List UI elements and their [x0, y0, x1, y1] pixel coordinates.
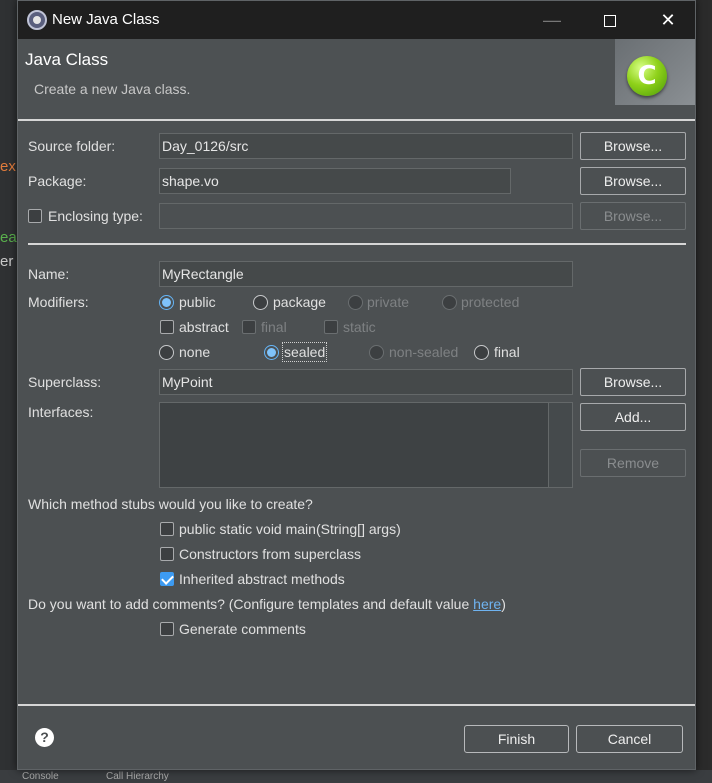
minimize-button[interactable]: —: [523, 1, 581, 39]
private-radio-label: private: [367, 294, 410, 310]
final-radio-label: final: [494, 344, 520, 360]
package-radio[interactable]: [253, 295, 268, 310]
package-label: Package:: [28, 173, 87, 189]
comments-question: Do you want to add comments? (Configure …: [28, 596, 506, 612]
method-stubs-question: Which method stubs would you like to cre…: [28, 496, 313, 512]
window-title: New Java Class: [52, 11, 160, 28]
ide-background: [0, 0, 18, 783]
inherited-abstract-methods-label: Inherited abstract methods: [179, 571, 345, 587]
enclosing-type-browse-button: Browse...: [580, 202, 686, 230]
superclass-label: Superclass:: [28, 374, 102, 390]
ide-bottom-bar: Console Call Hierarchy: [0, 770, 712, 783]
enclosing-type-label: Enclosing type:: [48, 208, 143, 224]
sealed-radio[interactable]: [264, 345, 279, 360]
public-radio-label: public: [179, 294, 216, 310]
main-method-label: public static void main(String[] args): [179, 521, 401, 537]
protected-radio-label: protected: [461, 294, 520, 310]
private-radio: [348, 295, 363, 310]
wizard-subtitle: Create a new Java class.: [34, 81, 191, 97]
superclass-field[interactable]: MyPoint: [159, 369, 573, 395]
title-bar: New Java Class — ✕: [18, 1, 695, 39]
non-sealed-radio: [369, 345, 384, 360]
constructors-checkbox[interactable]: [160, 547, 174, 561]
interfaces-label: Interfaces:: [28, 404, 94, 420]
sealed-radio-label: sealed: [281, 342, 328, 362]
configure-templates-link[interactable]: here: [473, 596, 501, 612]
wizard-header: Java Class Create a new Java class. C: [18, 39, 695, 119]
background-code-fragment: ea: [0, 229, 17, 246]
maximize-button[interactable]: [581, 1, 639, 39]
static-checkbox: [324, 320, 338, 334]
public-radio[interactable]: [159, 295, 174, 310]
wizard-title: Java Class: [25, 50, 109, 69]
section-divider: [28, 243, 686, 245]
name-label: Name:: [28, 266, 70, 282]
background-code-fragment: er: [0, 253, 14, 270]
enclosing-type-field: [159, 203, 573, 229]
remove-interface-button: Remove: [580, 449, 686, 477]
comments-question-text: Do you want to add comments? (Configure …: [28, 596, 474, 612]
eclipse-icon: [27, 10, 47, 30]
header-divider: [18, 119, 695, 121]
cancel-button[interactable]: Cancel: [576, 725, 683, 753]
final-checkbox: [242, 320, 256, 334]
console-tab[interactable]: Console: [22, 771, 59, 782]
main-method-checkbox[interactable]: [160, 522, 174, 536]
modifiers-label: Modifiers:: [28, 294, 89, 310]
new-java-class-dialog: New Java Class — ✕ Java Class Create a n…: [17, 0, 696, 770]
final-radio[interactable]: [474, 345, 489, 360]
none-radio-label: none: [179, 344, 211, 360]
class-name-field[interactable]: MyRectangle: [159, 261, 573, 287]
source-folder-field[interactable]: Day_0126/src: [159, 133, 573, 159]
generate-comments-label: Generate comments: [179, 621, 306, 637]
protected-radio: [442, 295, 457, 310]
add-interface-button[interactable]: Add...: [580, 403, 686, 431]
final-checkbox-label: final: [261, 319, 287, 335]
package-radio-label: package: [273, 294, 326, 310]
finish-button[interactable]: Finish: [464, 725, 569, 753]
close-button[interactable]: ✕: [639, 1, 697, 39]
package-field[interactable]: shape.vo: [159, 168, 511, 194]
footer-divider: [18, 704, 695, 706]
superclass-browse-button[interactable]: Browse...: [580, 368, 686, 396]
help-icon[interactable]: ?: [35, 728, 54, 747]
call-hierarchy-tab[interactable]: Call Hierarchy: [106, 771, 169, 782]
none-radio[interactable]: [159, 345, 174, 360]
source-folder-browse-button[interactable]: Browse...: [580, 132, 686, 160]
generate-comments-checkbox[interactable]: [160, 622, 174, 636]
static-checkbox-label: static: [343, 319, 376, 335]
constructors-label: Constructors from superclass: [179, 546, 362, 562]
enclosing-type-checkbox[interactable]: [28, 209, 42, 223]
maximize-icon: [604, 15, 616, 28]
abstract-checkbox[interactable]: [160, 320, 174, 334]
non-sealed-radio-label: non-sealed: [389, 344, 459, 360]
java-class-icon: C: [627, 56, 667, 96]
interfaces-list[interactable]: [159, 402, 573, 488]
inherited-abstract-methods-checkbox[interactable]: [160, 572, 174, 586]
interfaces-list-scrollbar[interactable]: [548, 403, 572, 487]
comments-question-suffix: ): [501, 596, 506, 612]
abstract-checkbox-label: abstract: [179, 319, 229, 335]
background-code-fragment: ex: [0, 158, 16, 175]
package-browse-button[interactable]: Browse...: [580, 167, 686, 195]
source-folder-label: Source folder:: [28, 138, 116, 154]
